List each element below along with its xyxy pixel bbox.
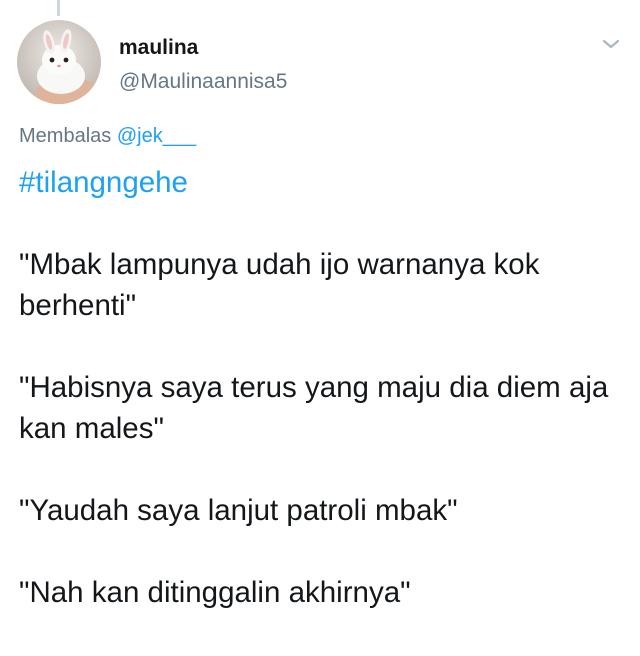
display-name[interactable]: maulina [119,36,198,60]
reply-mention-link[interactable]: @jek___ [117,125,196,147]
tweet-paragraph: "Yaudah saya lanjut patroli mbak" [19,494,458,527]
user-handle[interactable]: @Maulinaannisa5 [119,70,287,94]
chevron-down-icon[interactable] [600,36,622,52]
thread-connector-line [57,0,60,16]
tweet-paragraph: "Habisnya saya terus yang maju dia diem … [19,371,609,445]
avatar[interactable] [17,20,101,104]
tweet-text: #tilangngehe "Mbak lampunya udah ijo war… [19,162,624,654]
tweet-paragraph: "Nah kan ditinggalin akhirnya" [19,576,411,609]
reply-context: Membalas @jek___ [19,125,196,148]
tweet-paragraph: "Mbak lampunya udah ijo warnanya kok ber… [19,248,540,322]
hashtag-link[interactable]: #tilangngehe [19,162,624,203]
reply-prefix: Membalas [19,125,112,147]
tweet: maulina @Maulinaannisa5 Membalas @jek___… [0,0,640,656]
bunny-avatar-image [17,20,101,104]
